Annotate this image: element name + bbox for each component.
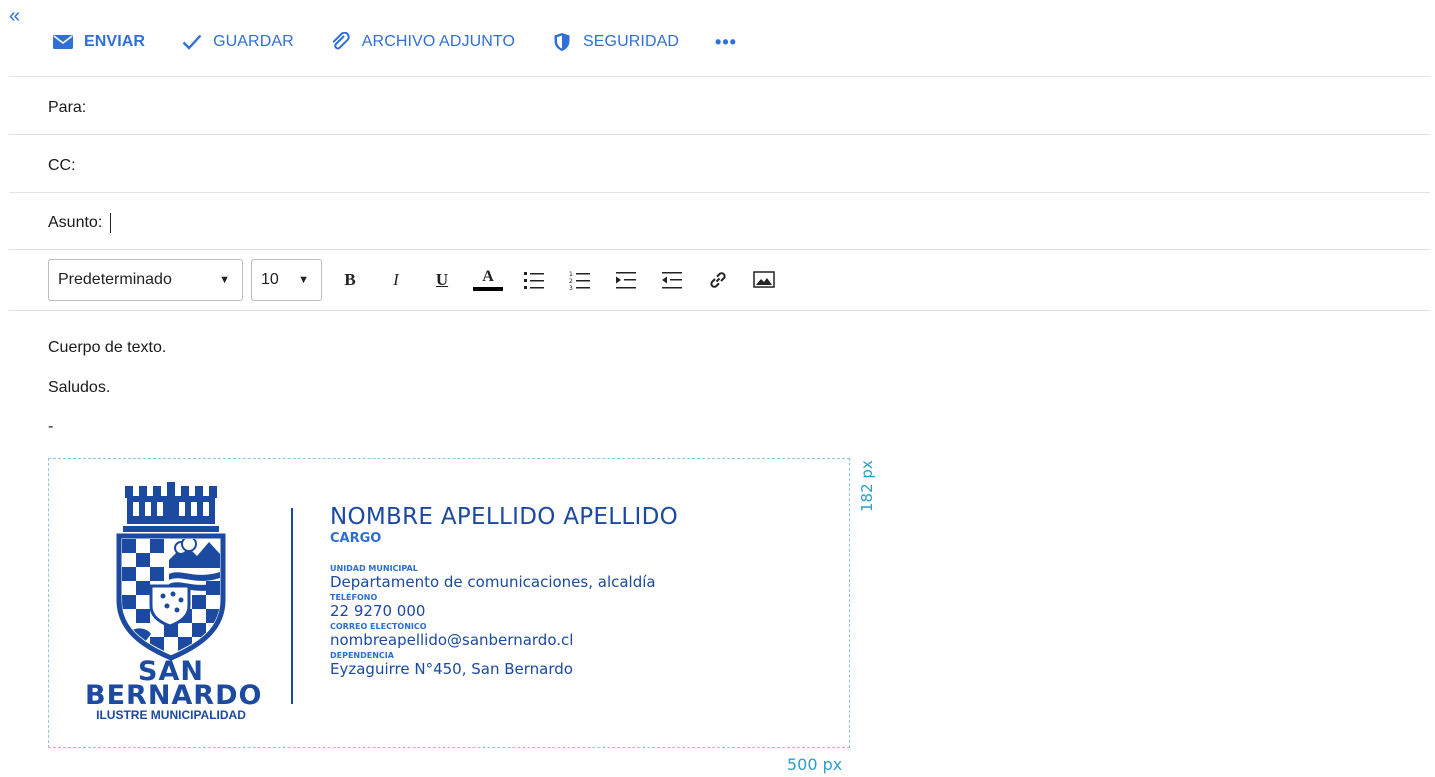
cc-field-label[interactable]: CC: xyxy=(48,157,76,175)
format-toolbar: Predeterminado ▼ 10 ▼ B I U A 123 xyxy=(48,259,778,301)
shield-icon xyxy=(551,32,573,52)
underline-button[interactable]: U xyxy=(428,266,456,294)
indent-icon[interactable] xyxy=(612,266,640,294)
attach-label: ARCHIVO ADJUNTO xyxy=(361,33,516,50)
bullet-list-icon[interactable] xyxy=(520,266,548,294)
font-family-value: Predeterminado xyxy=(58,271,172,288)
divider xyxy=(9,192,1430,193)
svg-text:2: 2 xyxy=(569,278,573,285)
envelope-icon xyxy=(52,32,74,52)
more-options-icon[interactable]: ••• xyxy=(715,33,737,51)
unit-label: UNIDAD MUNICIPAL xyxy=(330,564,418,573)
email-value: nombreapellido@sanbernardo.cl xyxy=(330,631,574,649)
compose-toolbar: ENVIAR GUARDAR ARCHIVO ADJUNTO SEGURIDAD… xyxy=(52,30,737,54)
phone-label: TELÉFONO xyxy=(330,593,378,602)
text-cursor xyxy=(110,213,112,233)
numbered-list-icon[interactable]: 123 xyxy=(566,266,594,294)
save-button[interactable]: GUARDAR xyxy=(181,32,294,52)
municipality-logo-text: SAN BERNARDO ILUSTRE MUNICIPALIDAD xyxy=(85,658,263,722)
svg-text:1: 1 xyxy=(569,271,573,278)
security-button[interactable]: SEGURIDAD xyxy=(551,32,679,52)
signature-block: NOMBRE APELLIDO APELLIDO CARGO UNIDAD MU… xyxy=(330,502,678,678)
phone-value: 22 9270 000 xyxy=(330,602,426,620)
bold-button[interactable]: B xyxy=(336,266,364,294)
unit-value: Departamento de comunicaciones, alcaldía xyxy=(330,573,656,591)
italic-button[interactable]: I xyxy=(382,266,410,294)
caret-down-icon: ▼ xyxy=(219,274,230,286)
divider xyxy=(9,134,1430,135)
dependency-value: Eyzaguirre N°450, San Bernardo xyxy=(330,660,573,678)
check-icon xyxy=(181,32,203,52)
logo-line-bernardo: BERNARDO xyxy=(85,680,263,711)
send-label: ENVIAR xyxy=(84,33,146,50)
attach-button[interactable]: ARCHIVO ADJUNTO xyxy=(330,32,515,52)
link-icon[interactable] xyxy=(704,266,732,294)
divider xyxy=(9,76,1430,77)
font-size-value: 10 xyxy=(261,271,279,288)
divider xyxy=(9,310,1430,311)
text-color-letter: A xyxy=(482,268,494,285)
save-label: GUARDAR xyxy=(213,33,294,50)
svg-text:3: 3 xyxy=(569,285,573,290)
security-label: SEGURIDAD xyxy=(583,33,680,50)
logo-line-ilustre: ILUSTRE MUNICIPALIDAD xyxy=(96,708,246,722)
email-label: CORREO ELECTÓNICO xyxy=(330,622,427,631)
body-line[interactable]: - xyxy=(48,418,53,436)
signature-divider xyxy=(291,508,293,704)
text-color-button[interactable]: A xyxy=(473,266,503,294)
send-button[interactable]: ENVIAR xyxy=(52,32,145,52)
divider xyxy=(9,249,1430,250)
color-swatch xyxy=(473,287,503,291)
subject-label: Asunto: xyxy=(48,214,103,232)
signature-cargo: CARGO xyxy=(330,531,382,546)
dependency-label: DEPENDENCIA xyxy=(330,651,394,660)
caret-down-icon: ▼ xyxy=(298,274,309,286)
font-size-select[interactable]: 10 ▼ xyxy=(251,259,322,301)
paperclip-icon xyxy=(330,32,352,52)
subject-field[interactable]: Asunto: xyxy=(48,213,112,233)
height-dimension-label: 182 px xyxy=(858,460,876,512)
to-field-label[interactable]: Para: xyxy=(48,99,86,117)
signature-name: NOMBRE APELLIDO APELLIDO xyxy=(330,504,678,530)
collapse-icon[interactable]: « xyxy=(9,6,20,26)
font-family-select[interactable]: Predeterminado ▼ xyxy=(48,259,243,301)
body-line[interactable]: Cuerpo de texto. xyxy=(48,339,166,357)
width-dimension-label: 500 px xyxy=(787,755,843,774)
body-line[interactable]: Saludos. xyxy=(48,379,110,397)
image-icon[interactable] xyxy=(750,266,778,294)
outdent-icon[interactable] xyxy=(658,266,686,294)
